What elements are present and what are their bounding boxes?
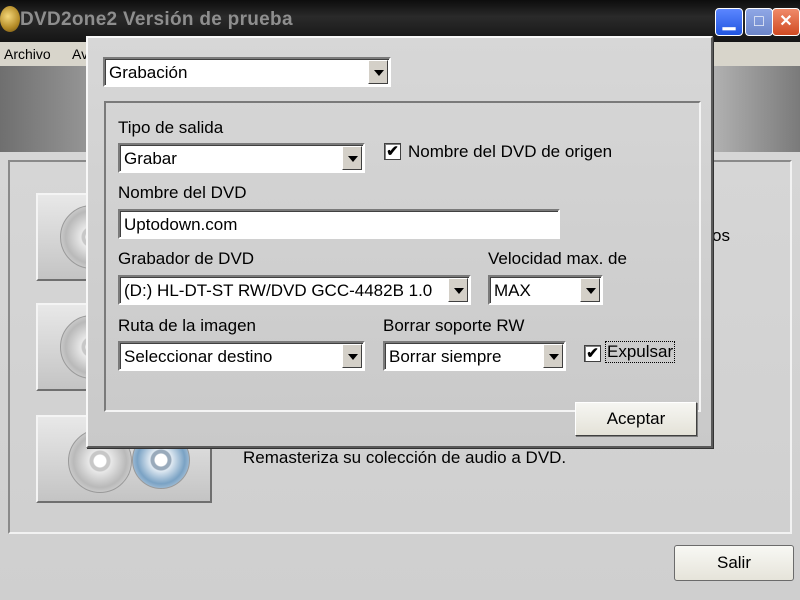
settings-group: Tipo de salida Grabar ✔ Nombre del DVD d… [104, 101, 701, 412]
origin-name-label: Nombre del DVD de origen [408, 142, 613, 161]
speed-select[interactable]: MAX [488, 275, 603, 305]
chevron-down-icon[interactable] [543, 344, 563, 368]
output-type-select[interactable]: Grabar [118, 143, 365, 173]
output-type-label: Tipo de salida [118, 118, 224, 137]
speed-value: MAX [494, 281, 531, 300]
eject-label: Expulsar [604, 341, 676, 363]
minimize-button[interactable]: ▁ [715, 8, 743, 36]
image-path-label: Ruta de la imagen [118, 316, 256, 335]
erase-label: Borrar soporte RW [383, 316, 525, 335]
dvd-name-input[interactable]: Uptodown.com [118, 209, 560, 239]
app-icon [0, 6, 20, 32]
chevron-down-icon[interactable] [368, 60, 388, 84]
erase-select[interactable]: Borrar siempre [383, 341, 566, 371]
section-select[interactable]: Grabación [103, 57, 391, 87]
chevron-down-icon[interactable] [448, 278, 468, 302]
maximize-button[interactable]: □ [745, 8, 773, 36]
chevron-down-icon[interactable] [580, 278, 600, 302]
chevron-down-icon[interactable] [342, 146, 362, 170]
exit-button[interactable]: Salir [674, 545, 794, 581]
section-select-value: Grabación [109, 63, 188, 82]
output-type-value: Grabar [124, 149, 177, 168]
image-path-value: Seleccionar destino [124, 347, 273, 366]
recorder-select[interactable]: (D:) HL-DT-ST RW/DVD GCC-4482B 1.0 [118, 275, 471, 305]
accept-button[interactable]: Aceptar [575, 402, 697, 436]
speed-label: Velocidad max. de [488, 249, 627, 268]
recorder-label: Grabador de DVD [118, 249, 255, 268]
recording-dialog: Grabación Tipo de salida Grabar ✔ Nombre… [86, 36, 713, 448]
image-path-select[interactable]: Seleccionar destino [118, 341, 365, 371]
menu-archivo[interactable]: Archivo [4, 46, 51, 62]
close-button[interactable]: ✕ [772, 8, 800, 36]
dvd-name-label: Nombre del DVD [118, 183, 247, 202]
partial-description: os [712, 226, 730, 245]
window-title: DVD2one2 Versión de prueba [20, 9, 293, 30]
remaster-description: Remasteriza su colección de audio a DVD. [243, 448, 567, 467]
recorder-value: (D:) HL-DT-ST RW/DVD GCC-4482B 1.0 [124, 281, 433, 300]
erase-value: Borrar siempre [389, 347, 502, 366]
eject-checkbox[interactable]: ✔ [584, 345, 601, 362]
origin-name-checkbox[interactable]: ✔ [384, 143, 401, 160]
chevron-down-icon[interactable] [342, 344, 362, 368]
